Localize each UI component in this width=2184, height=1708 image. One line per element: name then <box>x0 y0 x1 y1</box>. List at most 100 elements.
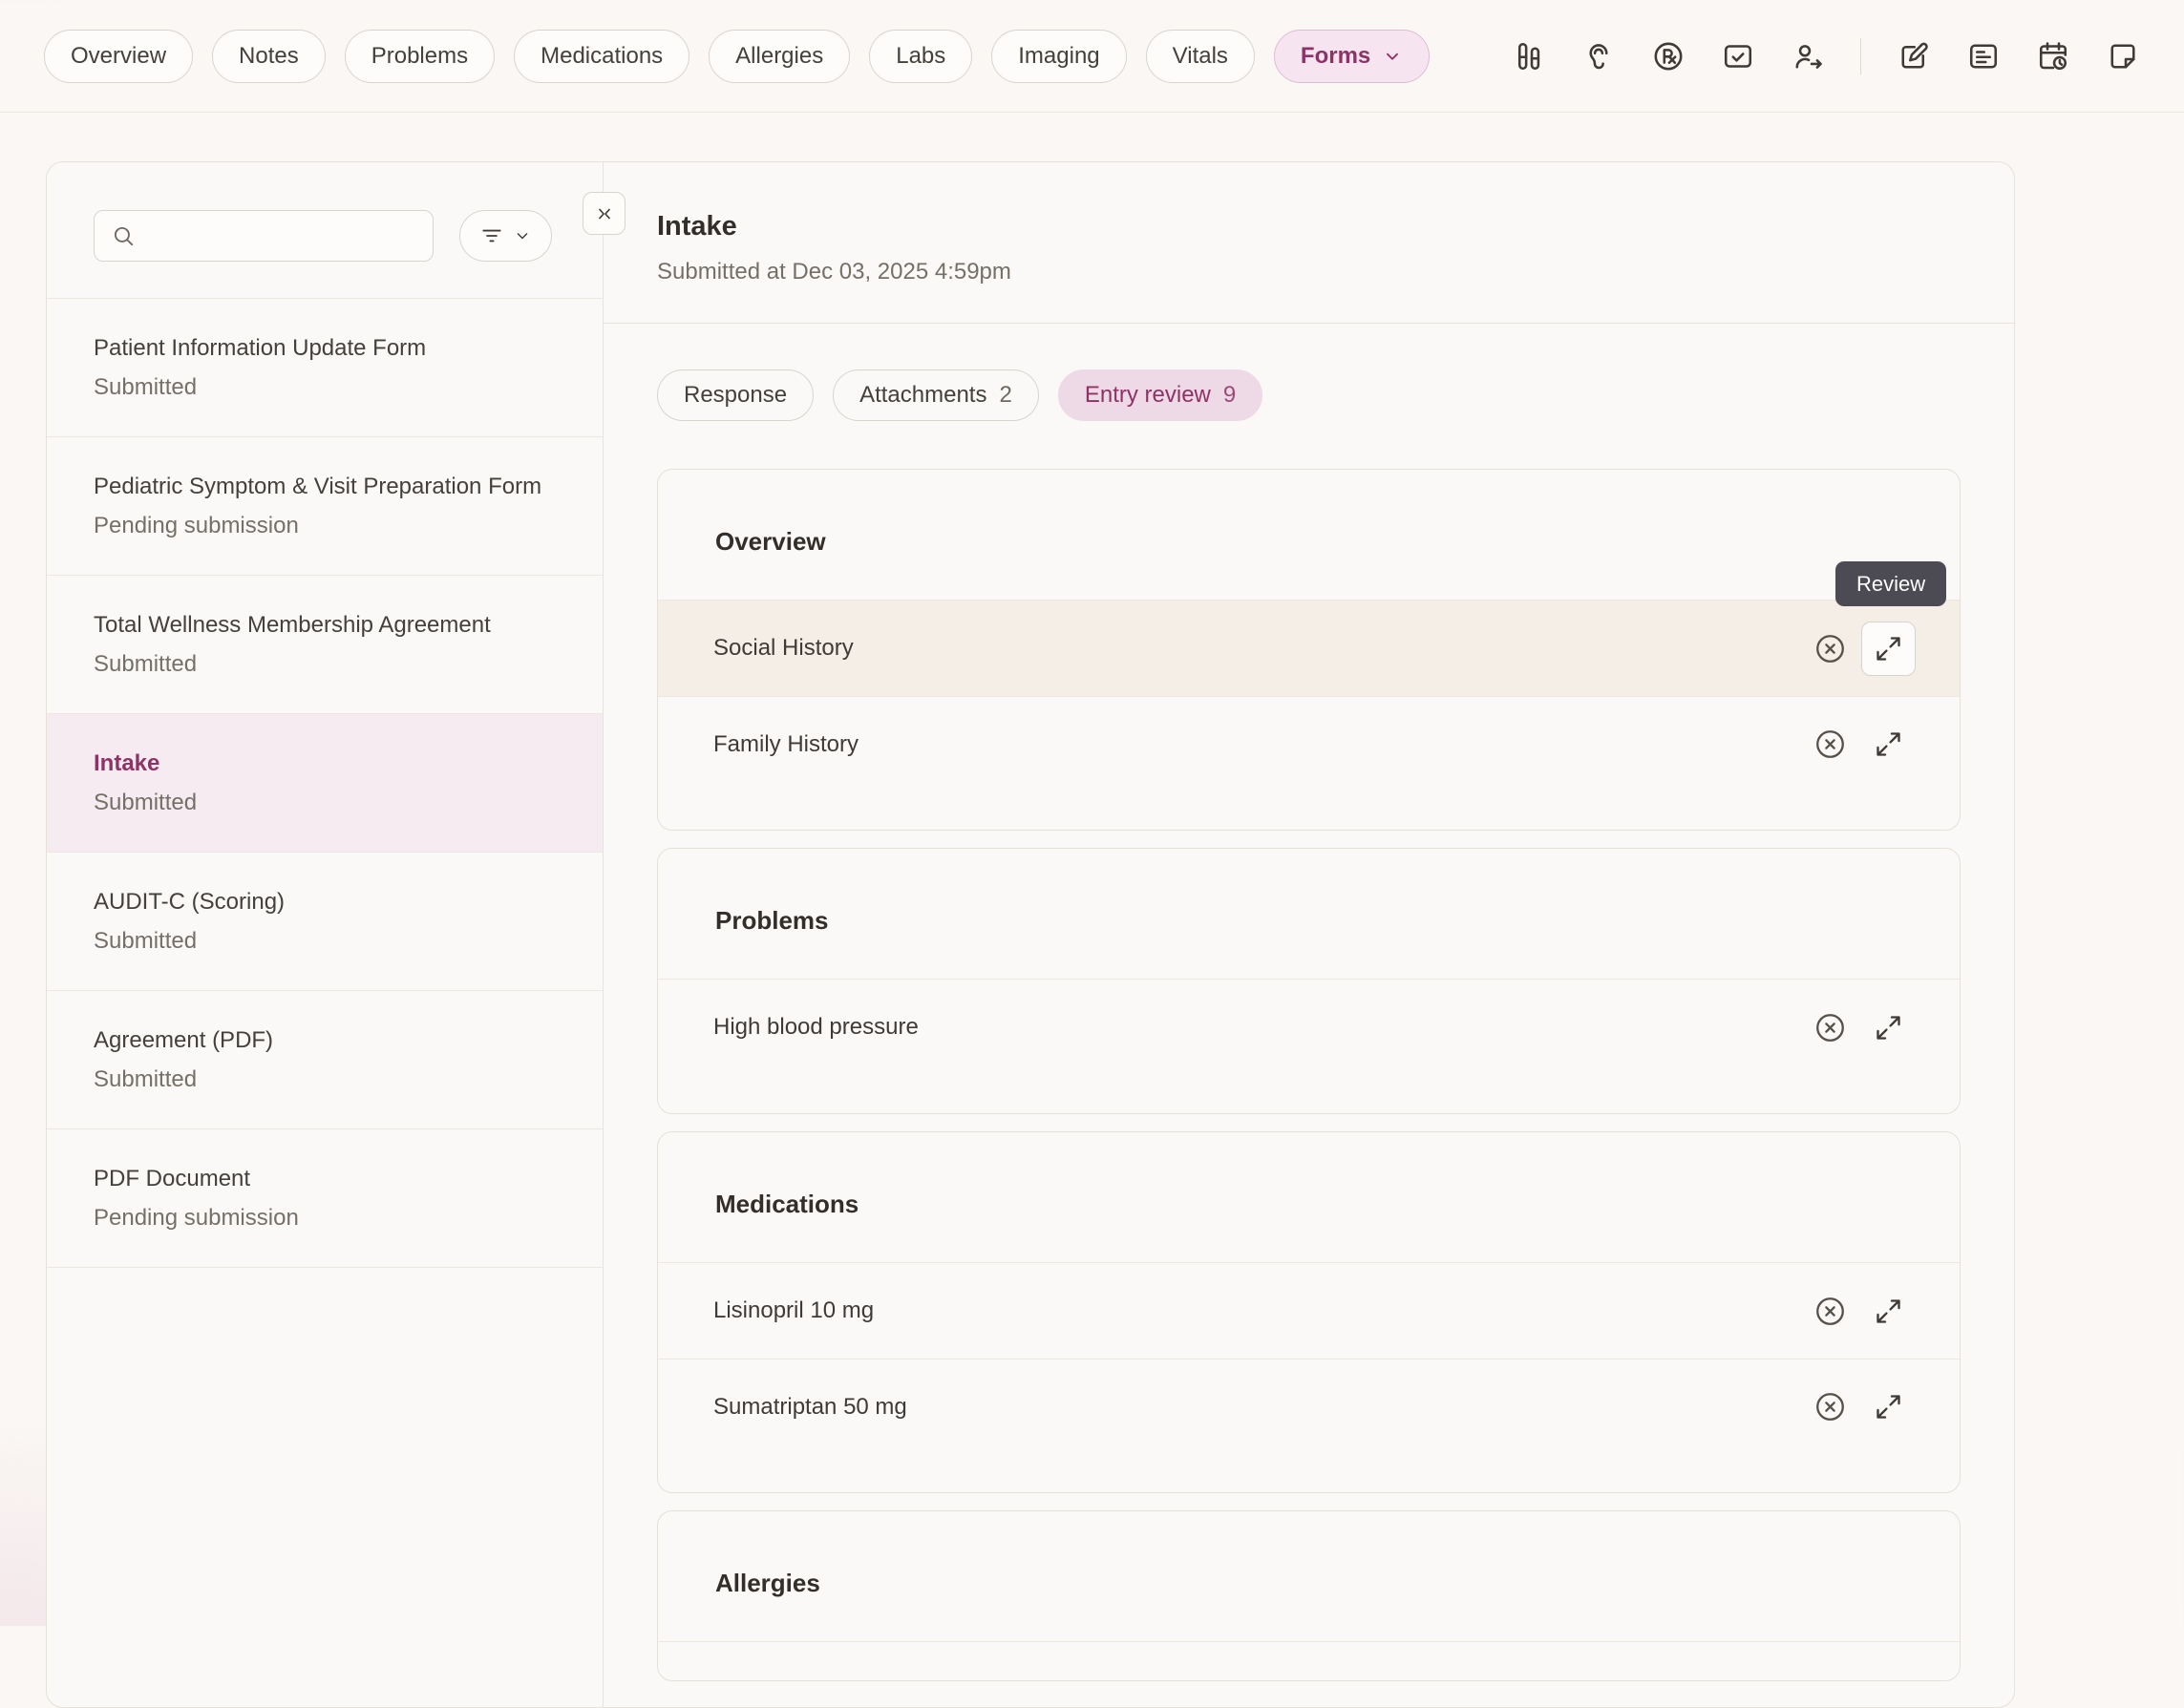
prescription-icon[interactable] <box>1651 39 1686 74</box>
form-detail-tabs: Response Attachments 2 Entry review 9 <box>604 324 2014 421</box>
form-submitted-at: Submitted at Dec 03, 2025 4:59pm <box>657 259 1961 285</box>
nav-tab-label: Forms <box>1301 43 1370 70</box>
form-title: Intake <box>657 210 1961 242</box>
entry-row[interactable]: Family History <box>658 696 1960 791</box>
top-navigation: Overview Notes Problems Medications Allergie… <box>0 0 2184 113</box>
nav-tab-label: Medications <box>541 43 663 70</box>
section-title: Problems <box>658 849 1960 980</box>
form-list-item[interactable]: IntakeSubmitted <box>47 714 603 853</box>
section-rows: High blood pressure <box>658 980 1960 1075</box>
sticky-note-icon[interactable] <box>2106 39 2140 74</box>
section-title: Allergies <box>658 1511 1960 1642</box>
detail-tab-label: Entry review <box>1085 382 1211 409</box>
remove-entry-button x-circle-icon[interactable] <box>1813 631 1848 666</box>
form-item-title: AUDIT-C (Scoring) <box>94 882 556 921</box>
remove-entry-button x-circle-icon[interactable] <box>1813 1294 1848 1329</box>
entry-label: Family History <box>713 731 1813 758</box>
id-card-icon[interactable] <box>1966 39 2001 74</box>
entry-row[interactable]: Lisinopril 10 mg <box>658 1263 1960 1359</box>
nav-tab-label: Vitals <box>1173 43 1228 70</box>
nav-tab-labs[interactable]: Labs <box>869 30 972 83</box>
collapse-icon <box>594 203 615 224</box>
sidebar-collapse-button[interactable] <box>583 192 626 235</box>
form-detail-header: Intake Submitted at Dec 03, 2025 4:59pm <box>604 162 2014 324</box>
expand-entry-button expand-icon[interactable] <box>1861 622 1916 676</box>
remove-entry-button x-circle-icon[interactable] <box>1813 1389 1848 1424</box>
nav-tab-label: Overview <box>71 43 166 70</box>
form-list: Patient Information Update FormSubmitted… <box>47 299 603 1268</box>
form-list-item[interactable]: AUDIT-C (Scoring)Submitted <box>47 853 603 991</box>
form-item-title: Agreement (PDF) <box>94 1021 556 1060</box>
nav-tab-label: Imaging <box>1018 43 1099 70</box>
entry-section-card: OverviewSocial HistoryFamily History <box>657 469 1961 831</box>
nav-tab-problems[interactable]: Problems <box>345 30 495 83</box>
entry-label: Sumatriptan 50 mg <box>713 1394 1813 1421</box>
detail-tab-label: Attachments <box>859 382 986 409</box>
expand-entry-button expand-icon[interactable] <box>1873 1012 1904 1044</box>
form-detail: Intake Submitted at Dec 03, 2025 4:59pm … <box>604 162 2014 1707</box>
nav-tab-overview[interactable]: Overview <box>44 30 193 83</box>
nav-tab-allergies[interactable]: Allergies <box>709 30 850 83</box>
detail-tab-label: Response <box>684 382 787 409</box>
expand-entry-button expand-icon[interactable] <box>1873 1391 1904 1423</box>
form-item-title: Intake <box>94 744 556 783</box>
calendar-clock-icon[interactable] <box>2036 39 2070 74</box>
card-check-icon[interactable] <box>1721 39 1755 74</box>
entry-row[interactable]: Sumatriptan 50 mg <box>658 1359 1960 1454</box>
form-item-status: Pending submission <box>94 506 556 545</box>
expand-entry-button expand-icon[interactable] <box>1873 728 1904 760</box>
expand-entry-button expand-icon[interactable] <box>1873 1296 1904 1327</box>
remove-entry-button x-circle-icon[interactable] <box>1813 1010 1848 1045</box>
chart-section-tabs: Overview Notes Problems Medications Allergie… <box>44 30 1430 83</box>
nav-tab-label: Labs <box>896 43 945 70</box>
filter-icon <box>479 223 504 248</box>
form-list-item[interactable]: Patient Information Update FormSubmitted <box>47 299 603 437</box>
compose-note-icon[interactable] <box>1897 39 1931 74</box>
detail-tab-attachments[interactable]: Attachments 2 <box>833 369 1039 421</box>
form-list-item[interactable]: Total Wellness Membership AgreementSubmi… <box>47 576 603 714</box>
form-list-item[interactable]: Agreement (PDF)Submitted <box>47 991 603 1129</box>
entry-row[interactable]: Social History <box>658 601 1960 696</box>
nav-tab-imaging[interactable]: Imaging <box>991 30 1126 83</box>
form-item-title: PDF Document <box>94 1159 556 1198</box>
nav-tab-label: Notes <box>239 43 299 70</box>
form-item-status: Submitted <box>94 921 556 960</box>
entry-actions <box>1813 631 1904 666</box>
form-item-status: Submitted <box>94 1060 556 1099</box>
nav-tab-label: Allergies <box>735 43 823 70</box>
entry-section-card: Allergies <box>657 1510 1961 1681</box>
nav-tab-vitals[interactable]: Vitals <box>1146 30 1255 83</box>
nav-tab-label: Problems <box>371 43 468 70</box>
section-rows: Social History Family History <box>658 601 1960 791</box>
nav-tab-forms[interactable]: Forms <box>1274 30 1430 83</box>
forms-sidebar: Patient Information Update FormSubmitted… <box>47 162 604 1707</box>
detail-tab-count: 2 <box>999 382 1011 409</box>
form-item-title: Pediatric Symptom & Visit Preparation Fo… <box>94 467 556 506</box>
section-rows: Lisinopril 10 mg Sumatriptan 50 mg <box>658 1263 1960 1454</box>
person-share-icon[interactable] <box>1791 39 1825 74</box>
entry-section-card: ProblemsHigh blood pressure <box>657 848 1961 1114</box>
search-input[interactable] <box>94 210 434 262</box>
entry-section-card: Medications Lisinopril 10 mg Sumatriptan 5… <box>657 1131 1961 1493</box>
sidebar-toolbar <box>47 162 603 299</box>
entry-label: Lisinopril 10 mg <box>713 1297 1813 1324</box>
nav-tab-notes[interactable]: Notes <box>212 30 326 83</box>
entry-row[interactable]: High blood pressure <box>658 980 1960 1075</box>
remove-entry-button x-circle-icon[interactable] <box>1813 727 1848 762</box>
quick-action-icons <box>1512 38 2140 74</box>
lab-vials-icon[interactable] <box>1512 39 1546 74</box>
entry-actions <box>1813 1389 1904 1424</box>
nav-tab-medications[interactable]: Medications <box>514 30 689 83</box>
filter-button[interactable] <box>459 210 552 262</box>
form-list-item[interactable]: PDF DocumentPending submission <box>47 1129 603 1268</box>
form-item-title: Patient Information Update Form <box>94 328 556 368</box>
chevron-down-icon <box>513 226 532 245</box>
form-list-item[interactable]: Pediatric Symptom & Visit Preparation Fo… <box>47 437 603 576</box>
detail-tab-entry-review[interactable]: Entry review 9 <box>1058 369 1262 421</box>
detail-tab-count: 9 <box>1223 382 1236 409</box>
section-title: Medications <box>658 1132 1960 1263</box>
form-item-status: Submitted <box>94 644 556 684</box>
detail-tab-response[interactable]: Response <box>657 369 814 421</box>
entry-actions <box>1813 727 1904 762</box>
ear-icon[interactable] <box>1581 39 1616 74</box>
